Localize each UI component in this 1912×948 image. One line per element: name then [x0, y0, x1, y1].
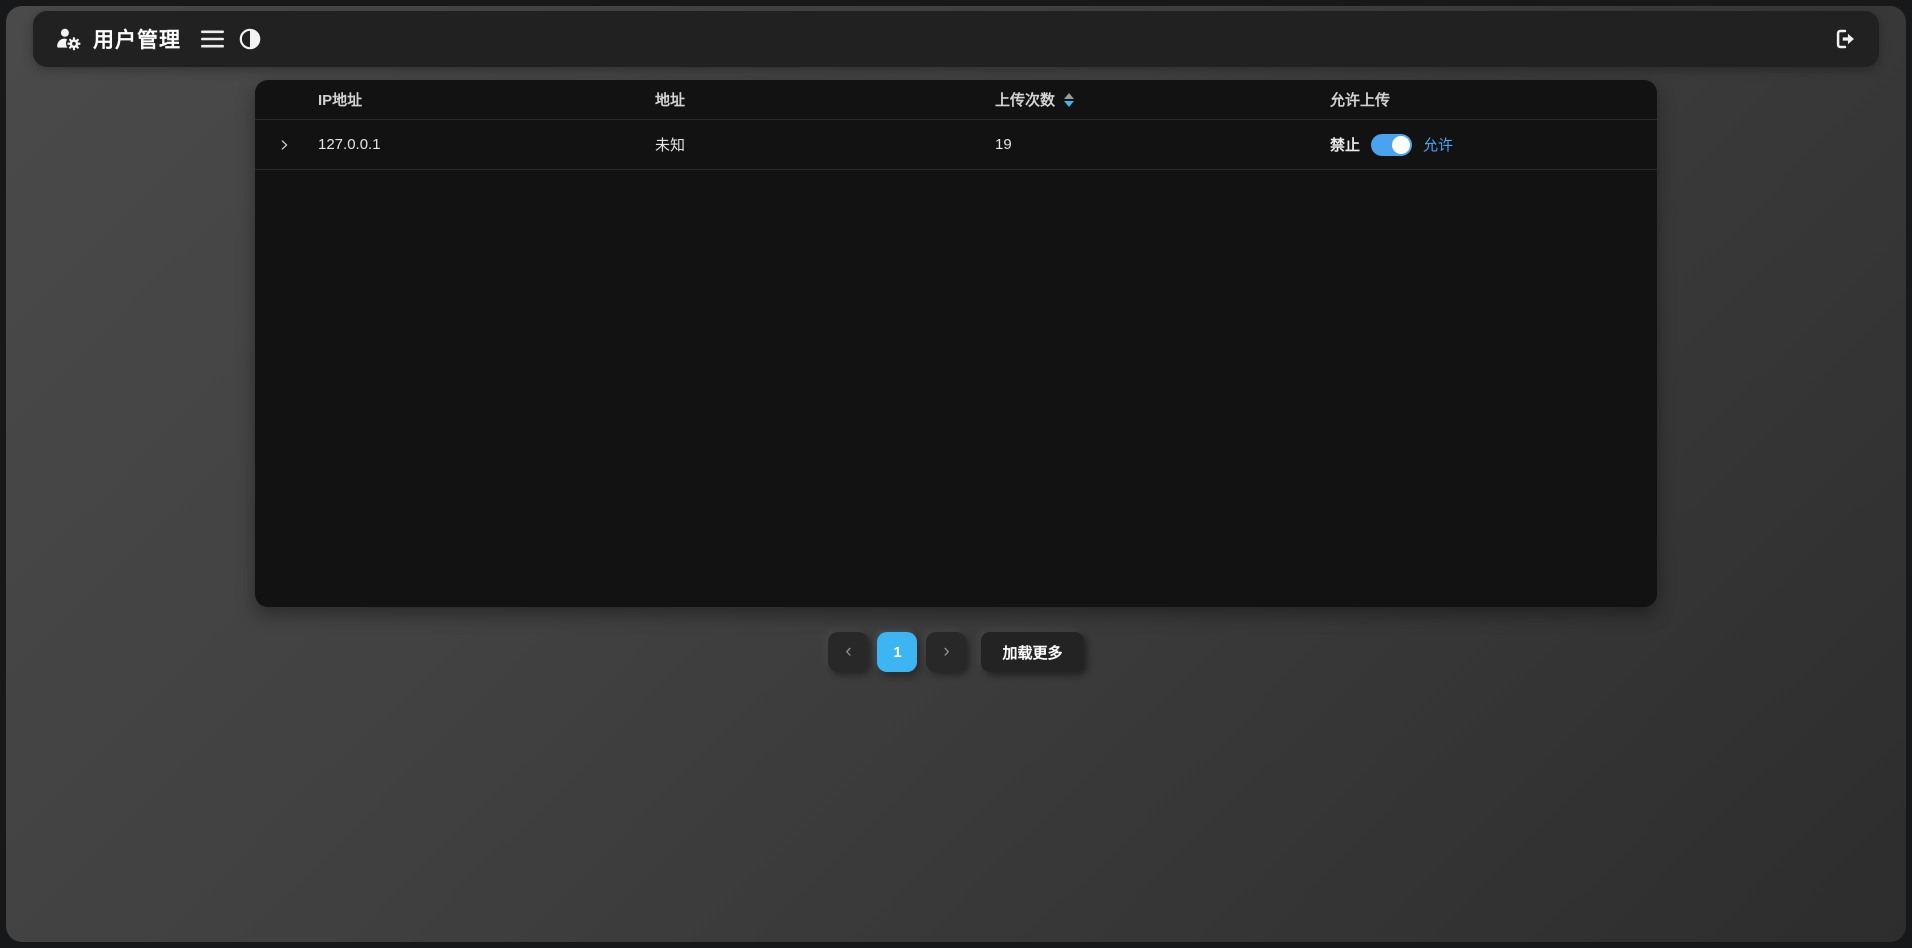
load-more-button[interactable]: 加载更多 — [981, 632, 1083, 672]
sort-desc-arrow — [1064, 101, 1074, 107]
menu-icon[interactable] — [201, 30, 224, 48]
toggle-knob — [1392, 136, 1410, 154]
logout-icon[interactable] — [1830, 26, 1857, 52]
table-header-row: IP地址 地址 上传次数 允许上传 — [255, 80, 1657, 120]
page-button-1[interactable]: 1 — [877, 632, 917, 672]
table-empty-area — [255, 170, 1657, 607]
top-bar: 用户管理 — [33, 11, 1879, 67]
row-expand-button[interactable] — [255, 138, 318, 152]
allow-upload-toggle[interactable] — [1371, 134, 1412, 156]
page-title: 用户管理 — [93, 24, 181, 54]
app-background: 用户管理 IP地址 — [6, 6, 1906, 942]
user-table-card: IP地址 地址 上传次数 允许上传 127.0.0.1 — [255, 80, 1657, 607]
cell-upload-count: 19 — [995, 136, 1330, 153]
toggle-on-label: 允许 — [1423, 134, 1453, 155]
sort-asc-arrow — [1064, 93, 1074, 99]
user-settings-icon — [55, 26, 83, 52]
column-header-ip: IP地址 — [318, 89, 655, 110]
column-header-address: 地址 — [655, 89, 995, 110]
prev-page-button[interactable]: ‹ — [828, 632, 868, 672]
cell-address: 未知 — [655, 134, 995, 155]
column-header-allow-upload: 允许上传 — [1330, 89, 1657, 110]
table-row: 127.0.0.1 未知 19 禁止 允许 — [255, 120, 1657, 170]
pagination: ‹ 1 › 加载更多 — [6, 632, 1906, 672]
cell-allow-upload: 禁止 允许 — [1330, 134, 1657, 156]
sort-icon[interactable] — [1064, 93, 1074, 107]
next-page-button[interactable]: › — [926, 632, 966, 672]
cell-ip: 127.0.0.1 — [318, 136, 655, 153]
theme-contrast-icon[interactable] — [238, 27, 262, 51]
column-header-upload-count: 上传次数 — [995, 89, 1330, 110]
toggle-off-label: 禁止 — [1330, 134, 1360, 155]
chevron-right-icon — [277, 138, 291, 152]
